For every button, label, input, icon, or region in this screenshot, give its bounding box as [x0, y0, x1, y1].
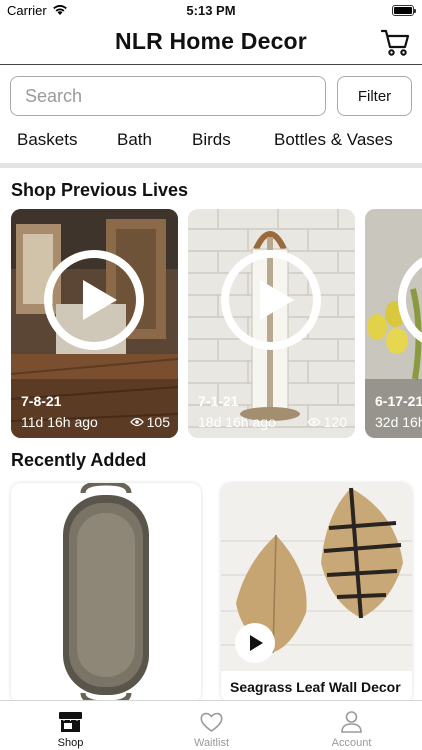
live-card[interactable]: 7-8-21 11d 16h ago 105	[11, 209, 178, 438]
live-age: 11d 16h ago	[21, 414, 98, 430]
product-name: Seagrass Leaf Wall Decor	[230, 679, 401, 695]
live-views-count: 105	[146, 414, 170, 430]
live-date: 6-17-21	[375, 393, 422, 409]
category-bar: Baskets Bath Birds Bottles & Vases	[0, 130, 422, 152]
category-bottles-vases[interactable]: Bottles & Vases	[274, 130, 393, 150]
category-baskets[interactable]: Baskets	[17, 130, 77, 150]
category-bath[interactable]: Bath	[117, 130, 152, 150]
product-card[interactable]: Seagrass Leaf Wall Decor	[221, 483, 412, 703]
play-icon[interactable]	[221, 250, 321, 350]
live-age: 18d 16h ago	[198, 414, 276, 430]
previous-lives-title: Shop Previous Lives	[11, 180, 189, 200]
clock-label: 5:13 PM	[186, 3, 236, 18]
previous-lives-carousel[interactable]: 7-8-21 11d 16h ago 105 7-1-21 18d 16h ag…	[0, 209, 422, 439]
storefront-icon	[59, 712, 82, 732]
play-icon[interactable]	[44, 250, 144, 350]
eye-icon	[129, 417, 144, 427]
tab-waitlist[interactable]: Waitlist	[141, 701, 282, 750]
app-header: NLR Home Decor	[0, 22, 422, 64]
live-date: 7-1-21	[198, 393, 239, 409]
app-title: NLR Home Decor	[115, 28, 307, 54]
live-date: 7-8-21	[21, 393, 62, 409]
live-age: 32d 16h ago	[375, 414, 422, 430]
heart-icon	[200, 712, 223, 732]
product-image	[221, 483, 412, 703]
tab-label: Waitlist	[193, 737, 230, 749]
live-card[interactable]: 7-1-21 18d 16h ago 120	[188, 209, 355, 438]
tab-label: Shop	[57, 737, 84, 749]
live-views: 105	[129, 414, 170, 430]
play-icon[interactable]	[235, 623, 275, 663]
product-card[interactable]	[11, 483, 201, 703]
battery-icon	[392, 5, 416, 16]
header-divider	[0, 64, 422, 65]
cart-icon[interactable]	[380, 27, 410, 57]
live-card[interactable]: 6-17-21 32d 16h ago	[365, 209, 422, 438]
person-icon	[341, 711, 362, 733]
filter-button[interactable]: Filter	[337, 76, 412, 116]
category-divider	[0, 163, 422, 168]
search-input[interactable]	[10, 76, 326, 116]
product-image	[11, 483, 201, 703]
live-views-count: 120	[323, 414, 347, 430]
tab-shop[interactable]: Shop	[0, 701, 141, 750]
live-views: 120	[306, 414, 347, 430]
tab-label: Account	[331, 737, 372, 749]
category-birds[interactable]: Birds	[192, 130, 231, 150]
tab-account[interactable]: Account	[281, 701, 422, 750]
tab-bar: Shop Waitlist Account	[0, 700, 422, 750]
status-bar: Carrier 5:13 PM	[0, 0, 422, 22]
recently-added-title: Recently Added	[11, 450, 147, 470]
eye-icon	[306, 417, 321, 427]
